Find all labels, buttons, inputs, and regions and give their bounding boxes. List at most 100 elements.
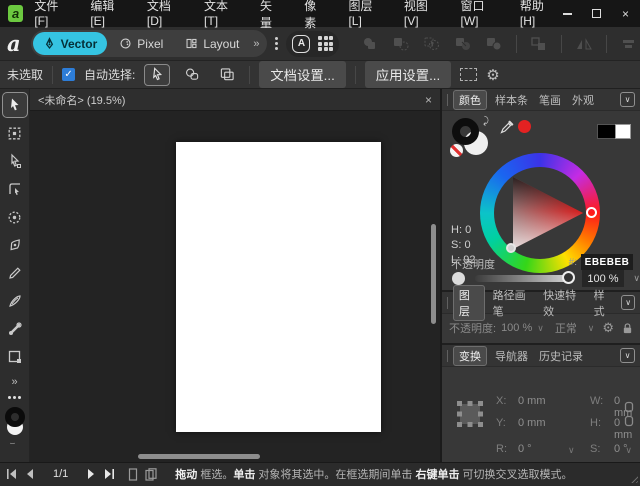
vertical-scrollbar[interactable] bbox=[431, 224, 436, 324]
marching-ants-icon[interactable] bbox=[460, 68, 477, 81]
opacity-swatch[interactable] bbox=[452, 272, 465, 285]
auto-select-checkbox[interactable]: ✓ bbox=[62, 68, 75, 81]
link-dimensions-icon[interactable] bbox=[623, 401, 635, 427]
rectangle-tool[interactable] bbox=[2, 344, 28, 370]
persona-vector[interactable]: Vector bbox=[33, 32, 108, 55]
opacity-slider[interactable] bbox=[475, 275, 567, 282]
vector-brush-tool[interactable] bbox=[2, 288, 28, 314]
r-chevron[interactable]: ∨ bbox=[568, 445, 575, 456]
minimize-button[interactable] bbox=[553, 0, 582, 27]
artboard-tool[interactable] bbox=[2, 120, 28, 146]
layer-settings-gear-icon[interactable]: ⚙ bbox=[602, 320, 614, 336]
menu-help[interactable]: 帮助[H] bbox=[520, 0, 553, 31]
boolean-add-icon[interactable] bbox=[361, 36, 379, 52]
x-field[interactable]: 0 mm bbox=[518, 395, 546, 407]
document-page[interactable] bbox=[176, 142, 381, 432]
tab-brushes[interactable]: 路径画笔 bbox=[490, 286, 535, 320]
close-button[interactable]: × bbox=[611, 0, 640, 27]
sl-selector[interactable] bbox=[506, 243, 516, 253]
tab-navigator[interactable]: 导航器 bbox=[492, 347, 531, 365]
boolean-subtract-icon[interactable] bbox=[392, 36, 410, 52]
transform-panel-menu-button[interactable]: ∨ bbox=[620, 348, 635, 363]
pencil-tool[interactable] bbox=[2, 260, 28, 286]
menu-layer[interactable]: 图层[L] bbox=[348, 0, 379, 31]
s-chevron[interactable]: ∨ bbox=[625, 445, 632, 456]
persona-layout[interactable]: Layout bbox=[175, 32, 249, 55]
pen-tool[interactable] bbox=[2, 232, 28, 258]
next-page-icon[interactable] bbox=[87, 469, 96, 479]
auto-correct-icon[interactable]: A bbox=[292, 35, 310, 53]
canvas[interactable] bbox=[30, 111, 440, 462]
menu-view[interactable]: 视图[V] bbox=[404, 0, 437, 31]
align-icon[interactable] bbox=[620, 36, 638, 52]
opacity-dropdown-chevron[interactable]: ∨ bbox=[633, 273, 640, 284]
blend-mode-select[interactable]: 正常 bbox=[555, 320, 577, 336]
corner-tool[interactable] bbox=[2, 176, 28, 202]
arrange-order-icon[interactable] bbox=[530, 36, 548, 52]
blend-mode-chevron[interactable]: ∨ bbox=[588, 323, 595, 334]
tab-styles[interactable]: 样式 bbox=[591, 286, 617, 320]
stroke-color-well[interactable] bbox=[452, 118, 479, 145]
boolean-intersect-icon[interactable] bbox=[423, 36, 441, 52]
page-spread-icon[interactable] bbox=[145, 468, 157, 481]
lock-icon[interactable] bbox=[622, 322, 633, 335]
opacity-value-input[interactable]: 100 % bbox=[582, 270, 624, 287]
last-page-icon[interactable] bbox=[103, 469, 115, 479]
hex-input[interactable]: EBEBEB bbox=[581, 254, 633, 270]
panel-drag-handle[interactable] bbox=[447, 94, 448, 106]
anchor-selector[interactable] bbox=[455, 399, 485, 429]
no-color-well[interactable] bbox=[450, 144, 463, 157]
color-panel-menu-button[interactable]: ∨ bbox=[620, 92, 635, 107]
node-tool[interactable] bbox=[2, 148, 28, 174]
tab-appearance[interactable]: 外观 bbox=[569, 91, 597, 109]
fill-gradient-tool[interactable] bbox=[2, 316, 28, 342]
boolean-combine-icon[interactable] bbox=[485, 36, 503, 52]
menu-file[interactable]: 文件[F] bbox=[34, 0, 66, 31]
maximize-button[interactable] bbox=[582, 0, 611, 27]
color-mode-toggle[interactable] bbox=[597, 124, 631, 139]
persona-overflow-chevron[interactable]: » bbox=[251, 38, 261, 50]
select-layer-mode-button[interactable] bbox=[214, 64, 240, 86]
stroke-swatch[interactable] bbox=[5, 407, 25, 427]
opacity-slider-thumb[interactable] bbox=[562, 271, 575, 284]
y-field[interactable]: 0 mm bbox=[518, 417, 546, 429]
prev-page-icon[interactable] bbox=[25, 469, 34, 479]
layers-panel-menu-button[interactable]: ∨ bbox=[621, 295, 635, 310]
hue-selector[interactable] bbox=[586, 207, 597, 218]
first-page-icon[interactable] bbox=[6, 469, 18, 479]
snapping-grid-icon[interactable] bbox=[318, 36, 333, 51]
resize-grip-icon[interactable] bbox=[629, 474, 638, 483]
r-field[interactable]: 0 ° bbox=[518, 443, 532, 455]
gear-icon[interactable]: ⚙ bbox=[486, 66, 499, 84]
eyedropper-icon[interactable] bbox=[499, 119, 515, 135]
menu-document[interactable]: 文档[D] bbox=[147, 0, 180, 31]
layers-opacity-value[interactable]: 100 % bbox=[501, 322, 532, 334]
move-tool[interactable] bbox=[2, 92, 28, 118]
persona-pixel[interactable]: Pixel bbox=[109, 32, 173, 55]
menu-window[interactable]: 窗口[W] bbox=[461, 0, 496, 31]
swap-colors-icon[interactable]: ⌣ bbox=[10, 438, 16, 449]
picked-color-swatch[interactable] bbox=[518, 120, 531, 133]
tab-history[interactable]: 历史记录 bbox=[536, 347, 586, 365]
tools-overflow-chevron[interactable]: » bbox=[11, 376, 17, 388]
document-tab-close-icon[interactable]: × bbox=[425, 93, 432, 107]
tab-swatches[interactable]: 样本条 bbox=[492, 91, 531, 109]
menu-text[interactable]: 文本[T] bbox=[204, 0, 236, 31]
boolean-divide-icon[interactable] bbox=[454, 36, 472, 52]
horizontal-scrollbar[interactable] bbox=[138, 454, 260, 459]
menu-edit[interactable]: 编辑[E] bbox=[90, 0, 123, 31]
page-single-icon[interactable] bbox=[128, 468, 138, 481]
toolbar-options-icon[interactable] bbox=[275, 37, 278, 50]
panel-drag-handle[interactable] bbox=[447, 350, 448, 362]
tools-more-icon[interactable] bbox=[8, 396, 21, 399]
tab-stroke[interactable]: 笔画 bbox=[536, 91, 564, 109]
document-tab-title[interactable]: <未命名> (19.5%) bbox=[38, 92, 125, 108]
swap-fill-stroke-icon[interactable]: ⤸ bbox=[483, 116, 489, 127]
flip-icon[interactable] bbox=[575, 36, 593, 52]
layers-opacity-chevron[interactable]: ∨ bbox=[537, 323, 544, 334]
tab-color[interactable]: 颜色 bbox=[453, 90, 487, 110]
document-settings-button[interactable]: 文档设置... bbox=[259, 61, 345, 88]
tab-effects[interactable]: 快速特效 bbox=[540, 286, 585, 320]
fill-stroke-selector[interactable]: ⌣ bbox=[2, 407, 28, 441]
menu-pixel[interactable]: 像素 bbox=[304, 0, 324, 31]
